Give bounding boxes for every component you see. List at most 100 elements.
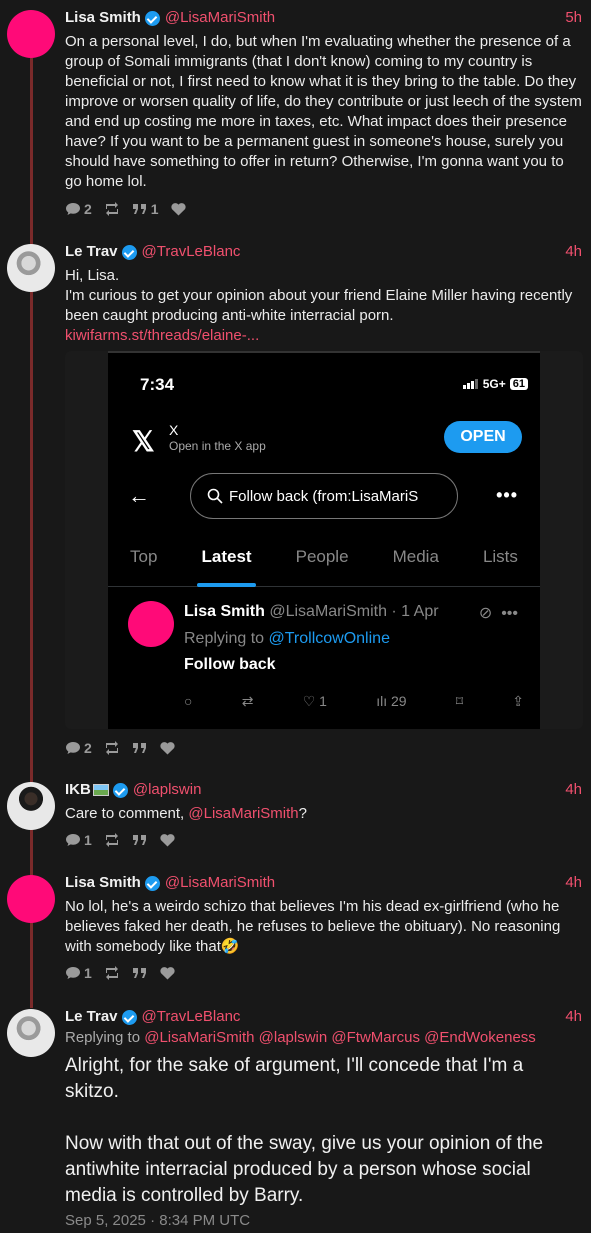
quote-button[interactable] — [132, 967, 148, 979]
post-header: Lisa Smith @LisaMariSmith 4h — [65, 873, 582, 893]
replying-label: Replying to — [65, 1029, 141, 1046]
author-handle[interactable]: @TravLeBlanc — [142, 242, 241, 262]
tweet-replying-label: Replying to — [184, 630, 265, 647]
post-text-line: I'm curious to get your opinion about yo… — [65, 287, 573, 324]
reply-button[interactable]: 1 — [65, 965, 92, 981]
tweet-author-name: Lisa Smith — [184, 603, 265, 620]
post-text: Hi, Lisa. I'm curious to get your opinio… — [65, 266, 582, 346]
post-paragraph: Alright, for the sake of argument, I'll … — [65, 1055, 524, 1102]
status-time: 7:34 — [140, 375, 175, 394]
comment-icon — [66, 967, 80, 979]
search-icon — [207, 488, 223, 504]
tab-top: Top — [130, 547, 158, 566]
post-header: Le Trav @TravLeBlanc 4h — [65, 1007, 582, 1027]
avatar[interactable] — [7, 244, 55, 292]
tweet-text: Follow back — [184, 656, 276, 673]
repost-button[interactable] — [104, 833, 120, 847]
replying-to-handles[interactable]: @LisaMariSmith @laplswin @FtwMarcus @End… — [144, 1029, 536, 1046]
embedded-image[interactable]: 7:34 5G+ 61 𝕏 X Open in the X app OPEN ←… — [65, 351, 583, 729]
post-time[interactable]: 5h — [565, 8, 582, 28]
tweet-share-icon: ⇪ — [512, 693, 524, 709]
post-header: Lisa Smith @LisaMariSmith 5h — [65, 8, 582, 28]
repost-icon — [105, 966, 118, 980]
author-name[interactable]: Lisa Smith — [65, 8, 141, 28]
quote-icon — [132, 835, 146, 845]
tab-lists: Lists — [482, 547, 518, 566]
reply-button[interactable]: 2 — [65, 201, 92, 217]
verified-icon — [144, 875, 160, 891]
tweet-repost-icon: ⇄ — [241, 693, 254, 709]
open-app-button: OPEN — [444, 421, 522, 453]
reply-button[interactable]: 1 — [65, 832, 92, 848]
reply-count: 1 — [84, 832, 92, 848]
post-time[interactable]: 4h — [565, 780, 582, 800]
flag-icon — [92, 784, 109, 796]
post-time[interactable]: 4h — [565, 242, 582, 262]
post-header: Le Trav @TravLeBlanc 4h — [65, 242, 582, 262]
post-timestamp[interactable]: Sep 5, 2025 · 8:34 PM UTC — [65, 1211, 582, 1231]
tweet-reply-icon: ○ — [184, 693, 193, 709]
repost-button[interactable] — [104, 966, 120, 980]
status-bar: 5G+ 61 — [462, 377, 528, 391]
like-button[interactable] — [160, 741, 175, 755]
author-name[interactable]: Lisa Smith — [65, 873, 141, 893]
reply-count: 2 — [84, 740, 92, 756]
tweet-views: ılı 29 — [376, 693, 407, 709]
author-handle[interactable]: @LisaMariSmith — [165, 873, 275, 893]
post-actions: 1 — [65, 831, 187, 849]
avatar[interactable] — [7, 10, 55, 58]
quote-button[interactable]: 1 — [132, 201, 159, 217]
post-time[interactable]: 4h — [565, 873, 582, 893]
heart-icon — [160, 833, 175, 846]
post-paragraph: Now with that out of the sway, give us y… — [65, 1133, 544, 1206]
post-text-line: Hi, Lisa. — [65, 267, 120, 284]
post-text: Care to comment, @LisaMariSmith? — [65, 804, 582, 824]
avatar[interactable] — [7, 782, 55, 830]
author-name[interactable]: IKB — [65, 780, 91, 800]
tweet-menu-icons: ⊘ ••• — [478, 605, 518, 622]
repost-button[interactable] — [104, 202, 120, 216]
like-button[interactable] — [170, 202, 186, 216]
reply-button[interactable]: 2 — [65, 740, 92, 756]
quote-button[interactable] — [132, 742, 148, 754]
signal-icon — [462, 379, 479, 389]
x-logo-icon: 𝕏 — [132, 426, 155, 457]
quote-button[interactable] — [132, 834, 148, 846]
reply-count: 2 — [84, 201, 92, 217]
heart-icon — [160, 741, 175, 754]
search-bar: Follow back (from:LisaMariS — [190, 473, 458, 519]
tweet-handle-date: @LisaMariSmith · 1 Apr — [269, 603, 439, 620]
repost-button[interactable] — [104, 741, 120, 755]
repost-icon — [105, 833, 118, 847]
tweet-avatar — [128, 601, 174, 647]
author-handle[interactable]: @LisaMariSmith — [165, 8, 275, 28]
search-query: Follow back (from:LisaMariS — [229, 487, 419, 505]
post-link[interactable]: kiwifarms.st/threads/elaine-... — [65, 326, 582, 346]
quote-icon — [132, 204, 146, 214]
post-time[interactable]: 4h — [565, 1007, 582, 1027]
mention-link[interactable]: @LisaMariSmith — [188, 805, 298, 822]
verified-icon — [112, 782, 128, 798]
tab-media: Media — [392, 547, 439, 566]
tweet-view-count: 29 — [390, 693, 407, 709]
verified-icon — [121, 1009, 137, 1025]
author-handle[interactable]: @laplswin — [133, 780, 202, 800]
tweet-like: ♡ 1 — [302, 693, 327, 709]
verified-icon — [144, 10, 160, 26]
quote-count: 1 — [150, 201, 159, 217]
quote-icon — [132, 743, 146, 753]
avatar[interactable] — [7, 1009, 55, 1057]
verified-icon — [121, 244, 137, 260]
author-name[interactable]: Le Trav — [65, 1007, 118, 1027]
more-icon: ••• — [496, 485, 518, 505]
comment-icon — [66, 203, 80, 215]
avatar[interactable] — [7, 875, 55, 923]
reply-count: 1 — [84, 965, 92, 981]
like-button[interactable] — [160, 966, 175, 980]
tweet-replying-to: @TrollcowOnline — [268, 630, 390, 647]
like-button[interactable] — [160, 833, 175, 847]
author-name[interactable]: Le Trav — [65, 242, 118, 262]
author-handle[interactable]: @TravLeBlanc — [142, 1007, 241, 1027]
tweet-like-count: 1 — [319, 693, 327, 709]
repost-icon — [105, 741, 118, 755]
